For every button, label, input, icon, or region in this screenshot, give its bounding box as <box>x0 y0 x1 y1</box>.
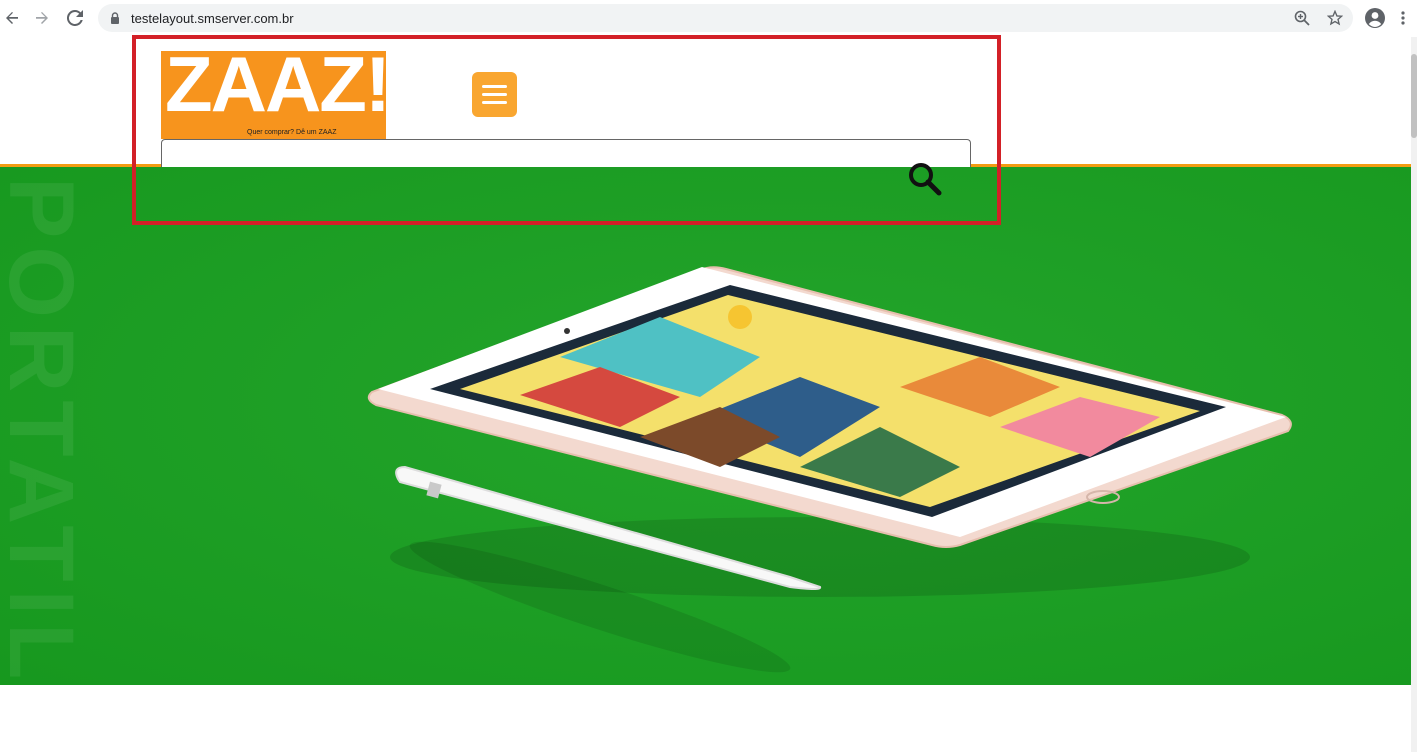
browser-menu-button[interactable] <box>1391 6 1415 30</box>
url-text: testelayout.smserver.com.br <box>131 11 294 26</box>
browser-toolbar: testelayout.smserver.com.br <box>0 0 1417 38</box>
menu-dots-icon <box>1401 11 1405 25</box>
highlight-annotation-box <box>132 35 1001 225</box>
zoom-icon <box>1294 10 1310 26</box>
reload-icon <box>67 10 83 26</box>
zoom-button[interactable] <box>1290 6 1314 30</box>
forward-arrow-icon <box>36 12 48 24</box>
profile-icon <box>1365 8 1385 28</box>
profile-button[interactable] <box>1363 6 1387 30</box>
scrollbar-thumb[interactable] <box>1411 54 1417 138</box>
hero-banner[interactable]: PORTATIL <box>0 167 1411 685</box>
back-button[interactable] <box>0 6 24 30</box>
page-scrollbar[interactable] <box>1411 37 1417 752</box>
star-icon <box>1327 10 1343 26</box>
lock-icon <box>111 12 119 24</box>
reload-button[interactable] <box>63 6 87 30</box>
forward-button[interactable] <box>30 6 54 30</box>
address-bar[interactable]: testelayout.smserver.com.br <box>98 4 1353 32</box>
back-arrow-icon <box>6 12 18 24</box>
tablet-illustration <box>367 266 1292 673</box>
bookmark-button[interactable] <box>1323 6 1347 30</box>
